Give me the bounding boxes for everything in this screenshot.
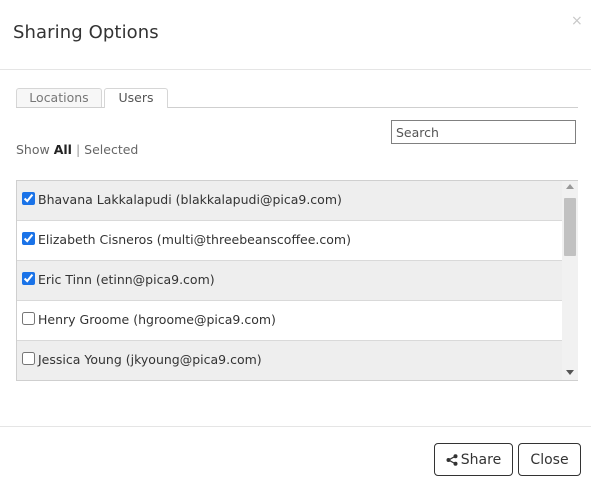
list-item[interactable]: Bhavana Lakkalapudi (blakkalapudi@pica9.…	[17, 181, 562, 221]
list-scrollbar[interactable]	[562, 181, 578, 380]
share-icon	[446, 453, 458, 466]
close-button-label: Close	[530, 451, 569, 468]
share-button-label: Share	[460, 451, 502, 468]
user-label: Elizabeth Cisneros (multi@threebeanscoff…	[38, 232, 351, 247]
scroll-down-arrow-icon[interactable]	[566, 370, 574, 375]
dialog-title: Sharing Options	[13, 22, 159, 43]
user-checkbox[interactable]	[22, 272, 35, 285]
scroll-thumb[interactable]	[564, 198, 576, 256]
tab-bar: Locations Users	[16, 88, 578, 108]
user-checkbox[interactable]	[22, 352, 35, 365]
user-list: Bhavana Lakkalapudi (blakkalapudi@pica9.…	[16, 180, 578, 381]
user-label: Jessica Young (jkyoung@pica9.com)	[38, 352, 262, 367]
show-all-link[interactable]: All	[54, 142, 72, 157]
list-item[interactable]: Jessica Young (jkyoung@pica9.com)	[17, 341, 562, 380]
dialog-header: Sharing Options ×	[0, 0, 591, 70]
share-button[interactable]: Share	[434, 443, 513, 476]
filter-separator: |	[75, 142, 81, 157]
show-selected-link[interactable]: Selected	[84, 142, 138, 157]
user-label: Eric Tinn (etinn@pica9.com)	[38, 272, 215, 287]
user-checkbox[interactable]	[22, 312, 35, 325]
list-item[interactable]: Eric Tinn (etinn@pica9.com)	[17, 261, 562, 301]
user-list-rows: Bhavana Lakkalapudi (blakkalapudi@pica9.…	[17, 181, 562, 380]
sharing-options-dialog: Sharing Options × Locations Users Show A…	[0, 0, 591, 487]
user-label: Bhavana Lakkalapudi (blakkalapudi@pica9.…	[38, 192, 342, 207]
tab-locations[interactable]: Locations	[16, 88, 102, 107]
scroll-up-arrow-icon[interactable]	[566, 184, 574, 189]
list-item[interactable]: Elizabeth Cisneros (multi@threebeanscoff…	[17, 221, 562, 261]
user-label: Henry Groome (hgroome@pica9.com)	[38, 312, 276, 327]
tab-users[interactable]: Users	[104, 88, 168, 108]
list-item[interactable]: Henry Groome (hgroome@pica9.com)	[17, 301, 562, 341]
close-icon[interactable]: ×	[571, 14, 583, 28]
dialog-footer: Share Close	[0, 426, 591, 488]
show-label: Show	[16, 142, 50, 157]
user-checkbox[interactable]	[22, 192, 35, 205]
show-filter: Show All | Selected	[16, 142, 138, 157]
close-button[interactable]: Close	[518, 443, 581, 476]
search-input[interactable]	[391, 120, 576, 144]
user-checkbox[interactable]	[22, 232, 35, 245]
